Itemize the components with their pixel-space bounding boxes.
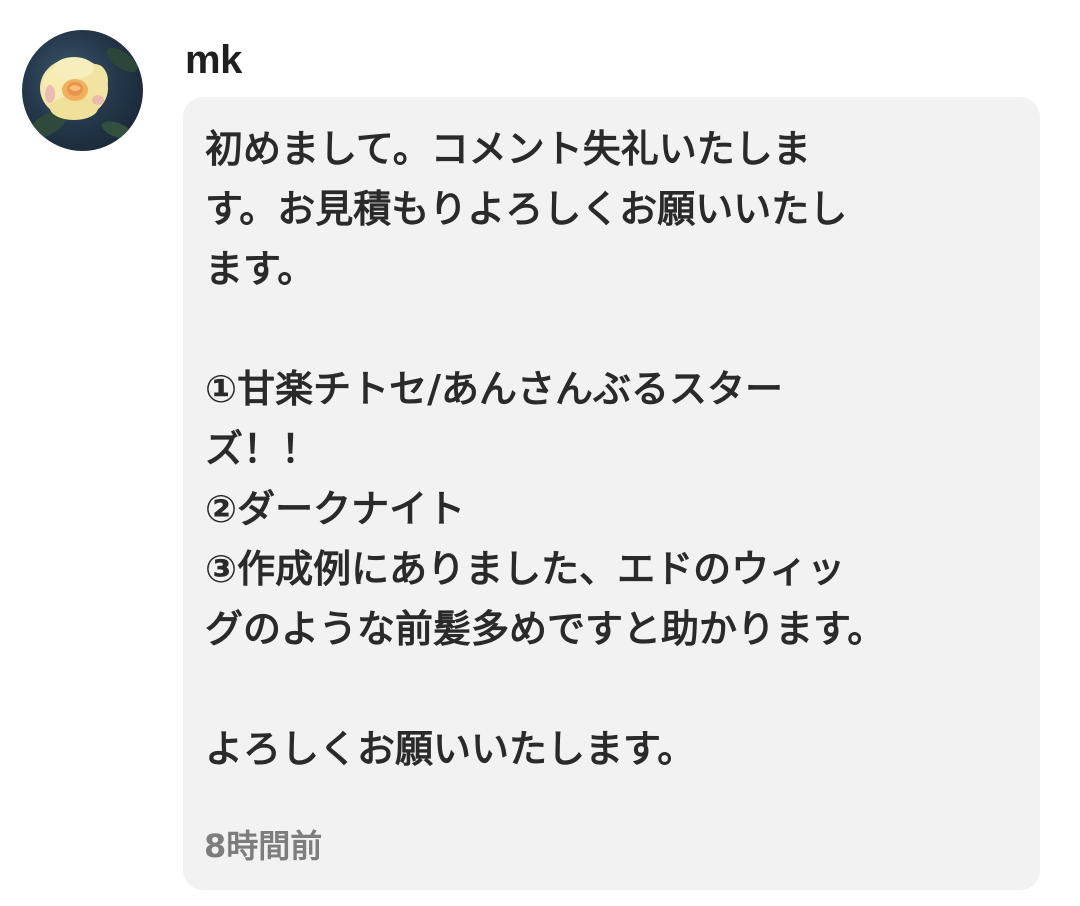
comment-line: 初めまして。コメント失礼いたしま <box>205 127 811 171</box>
comment-bubble: 初めまして。コメント失礼いたしま す。お見積もりよろしくお願いいたし ます。 ①… <box>183 97 1040 890</box>
comment-text: 初めまして。コメント失礼いたしま す。お見積もりよろしくお願いいたし ます。 ①… <box>205 119 1035 779</box>
comment-line: よろしくお願いいたします。 <box>205 727 696 771</box>
comment-author[interactable]: mk <box>185 36 242 84</box>
yellow-rose-icon <box>27 47 138 139</box>
comment-line: ②ダークナイト <box>205 487 466 531</box>
comment-line: す。お見積もりよろしくお願いいたし <box>205 187 848 231</box>
comment-timestamp: 8時間前 <box>204 827 323 865</box>
comment-blank-line <box>205 299 1035 359</box>
comment-line: ます。 <box>205 247 316 291</box>
avatar[interactable] <box>22 30 143 151</box>
comment-line: ズ！！ <box>205 427 320 471</box>
comment-line: ①甘楽チトセ/あんさんぶるスター <box>205 367 784 411</box>
comment-line: グのような前髪多めですと助かります。 <box>205 607 886 651</box>
comment-line: ③作成例にありました、エドのウィッ <box>205 547 846 591</box>
comment-blank-line <box>205 659 1035 719</box>
